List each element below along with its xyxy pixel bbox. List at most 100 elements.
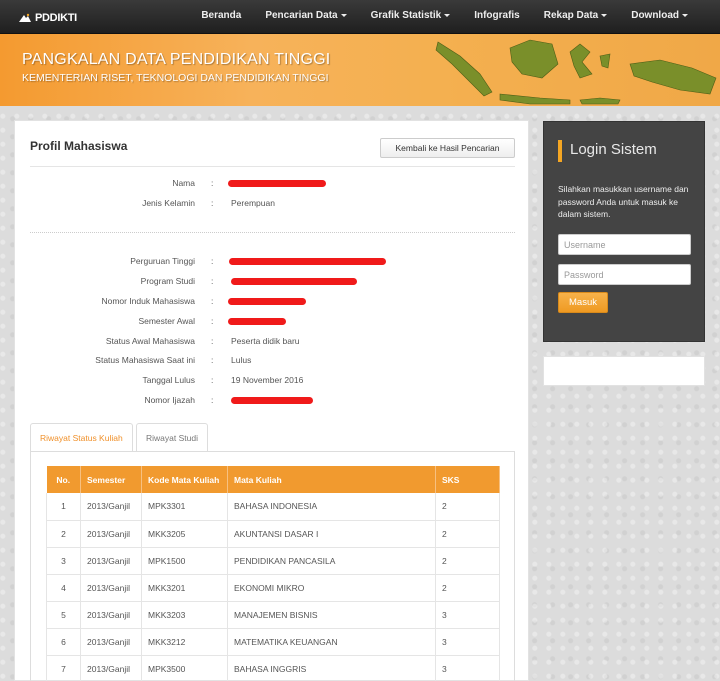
logo-text: PDDIKTI [35, 12, 77, 24]
tab-riwayat-status-kuliah[interactable]: Riwayat Status Kuliah [30, 423, 133, 452]
nav-item-label: Pencarian Data [265, 10, 338, 21]
login-description: Silahkan masukkan username dan password … [558, 184, 689, 219]
logo-icon [18, 13, 32, 24]
profile-field-row: Nama: [30, 178, 515, 192]
cell-sks: 2 [435, 520, 500, 548]
table-row: 3 2013/Ganjil MPK1500 PENDIDIKAN PANCASILA 2 [46, 547, 500, 575]
back-to-results-button[interactable]: Kembali ke Hasil Pencarian [380, 138, 515, 158]
nav-item-label: Download [631, 10, 679, 21]
field-label: Nama [172, 178, 195, 188]
column-header-semester: Semester [80, 466, 142, 493]
cell-semester: 2013/Ganjil [80, 655, 142, 681]
login-submit-button[interactable]: Masuk [558, 292, 608, 313]
cell-no: 1 [46, 493, 81, 521]
profile-field-row: Nomor Ijazah: [30, 395, 515, 409]
cell-kode: MKK3203 [141, 601, 228, 629]
column-header-mata-kuliah: Mata Kuliah [227, 466, 436, 493]
header-banner: PANGKALAN DATA PENDIDIKAN TINGGI KEMENTE… [0, 34, 720, 106]
profile-field-row: Status Mahasiswa Saat ini: Lulus [30, 355, 515, 369]
cell-sks: 3 [435, 601, 500, 629]
cell-kode: MPK1500 [141, 547, 228, 575]
profile-field-row: Program Studi: [30, 276, 515, 290]
sidebar-empty-box [543, 356, 705, 386]
cell-kode: MKK3212 [141, 628, 228, 656]
login-panel: Login Sistem Silahkan masukkan username … [543, 121, 705, 342]
cell-semester: 2013/Ganjil [80, 574, 142, 602]
cell-no: 4 [46, 574, 81, 602]
page-title: Profil Mahasiswa [30, 139, 128, 153]
cell-kode: MPK3500 [141, 655, 228, 681]
field-colon: : [211, 375, 214, 385]
cell-mata-kuliah: EKONOMI MIKRO [227, 574, 436, 602]
redaction-mark [228, 298, 306, 305]
field-colon: : [211, 256, 214, 266]
pddikti-logo[interactable]: PDDIKTI [18, 11, 77, 25]
caret-down-icon [340, 13, 347, 17]
redaction-mark [228, 318, 286, 325]
table-header-row: No. Semester Kode Mata Kuliah Mata Kulia… [46, 466, 500, 493]
nav-item-download[interactable]: Download [619, 0, 700, 34]
nav-item-label: Grafik Statistik [370, 10, 442, 21]
column-header-kode: Kode Mata Kuliah [141, 466, 228, 493]
field-label: Perguruan Tinggi [130, 256, 195, 266]
field-colon: : [211, 296, 214, 306]
cell-sks: 3 [435, 628, 500, 656]
field-label: Jenis Kelamin [142, 198, 195, 208]
cell-sks: 3 [435, 655, 500, 681]
field-value: Lulus [231, 355, 252, 365]
nav-item-rekap-data[interactable]: Rekap Data [532, 0, 619, 34]
caret-down-icon [682, 13, 688, 17]
field-colon: : [211, 355, 214, 365]
field-label: Semester Awal [138, 316, 195, 326]
cell-sks: 2 [435, 574, 500, 602]
cell-semester: 2013/Ganjil [80, 493, 142, 521]
cell-kode: MKK3201 [141, 574, 228, 602]
indonesia-map-graphic [435, 39, 717, 105]
field-colon: : [211, 276, 214, 286]
field-label: Nomor Ijazah [144, 395, 195, 405]
cell-semester: 2013/Ganjil [80, 520, 142, 548]
nav-item-beranda[interactable]: Beranda [189, 0, 253, 34]
field-colon: : [211, 178, 214, 188]
course-table: No. Semester Kode Mata Kuliah Mata Kulia… [46, 466, 500, 681]
table-row: 5 2013/Ganjil MKK3203 MANAJEMEN BISNIS 3 [46, 601, 500, 629]
nav-item-pencarian-data[interactable]: Pencarian Data [253, 0, 358, 34]
field-value: Perempuan [231, 198, 275, 208]
table-row: 6 2013/Ganjil MKK3212 MATEMATIKA KEUANGAN 3 [46, 628, 500, 656]
cell-no: 3 [46, 547, 81, 575]
password-input[interactable] [558, 264, 691, 285]
profile-field-row: Semester Awal: [30, 316, 515, 330]
nav-item-label: Rekap Data [543, 10, 599, 21]
field-colon: : [211, 336, 214, 346]
tab-riwayat-studi[interactable]: Riwayat Studi [136, 423, 208, 452]
table-row: 2 2013/Ganjil MKK3205 AKUNTANSI DASAR I2 [46, 520, 500, 548]
table-row: 1 2013/Ganjil MPK3301 BAHASA INDONESIA 2 [46, 493, 500, 521]
cell-mata-kuliah: BAHASA INGGRIS [227, 655, 436, 681]
caret-down-icon [601, 13, 608, 17]
column-header-no: No. [46, 466, 81, 493]
cell-mata-kuliah: MANAJEMEN BISNIS [227, 601, 436, 629]
column-header-sks: SKS [435, 466, 500, 493]
table-row: 4 2013/Ganjil MKK3201 EKONOMI MIKRO 2 [46, 574, 500, 602]
title-accent-bar [558, 140, 562, 162]
nav-item-infografis[interactable]: Infografis [462, 0, 532, 34]
divider [30, 232, 515, 233]
profile-field-row: Jenis Kelamin: Perempuan [30, 198, 515, 212]
cell-semester: 2013/Ganjil [80, 601, 142, 629]
nav-item-grafik-statistik[interactable]: Grafik Statistik [359, 0, 463, 34]
username-input[interactable] [558, 234, 691, 255]
field-colon: : [211, 395, 214, 405]
redaction-mark [231, 397, 313, 404]
field-label: Program Studi [140, 276, 195, 286]
cell-mata-kuliah: MATEMATIKA KEUANGAN [227, 628, 436, 656]
profile-field-row: Status Awal Mahasiswa: Peserta didik baru [30, 336, 515, 350]
cell-sks: 2 [435, 547, 500, 575]
cell-mata-kuliah: PENDIDIKAN PANCASILA [227, 547, 436, 575]
student-profile-panel: Profil Mahasiswa Kembali ke Hasil Pencar… [14, 120, 529, 681]
redaction-mark [229, 258, 386, 265]
cell-no: 5 [46, 601, 81, 629]
banner-title: PANGKALAN DATA PENDIDIKAN TINGGI [22, 51, 331, 68]
profile-field-row: Nomor Induk Mahasiswa: [30, 296, 515, 310]
redaction-mark [228, 180, 326, 187]
cell-sks: 2 [435, 493, 500, 521]
